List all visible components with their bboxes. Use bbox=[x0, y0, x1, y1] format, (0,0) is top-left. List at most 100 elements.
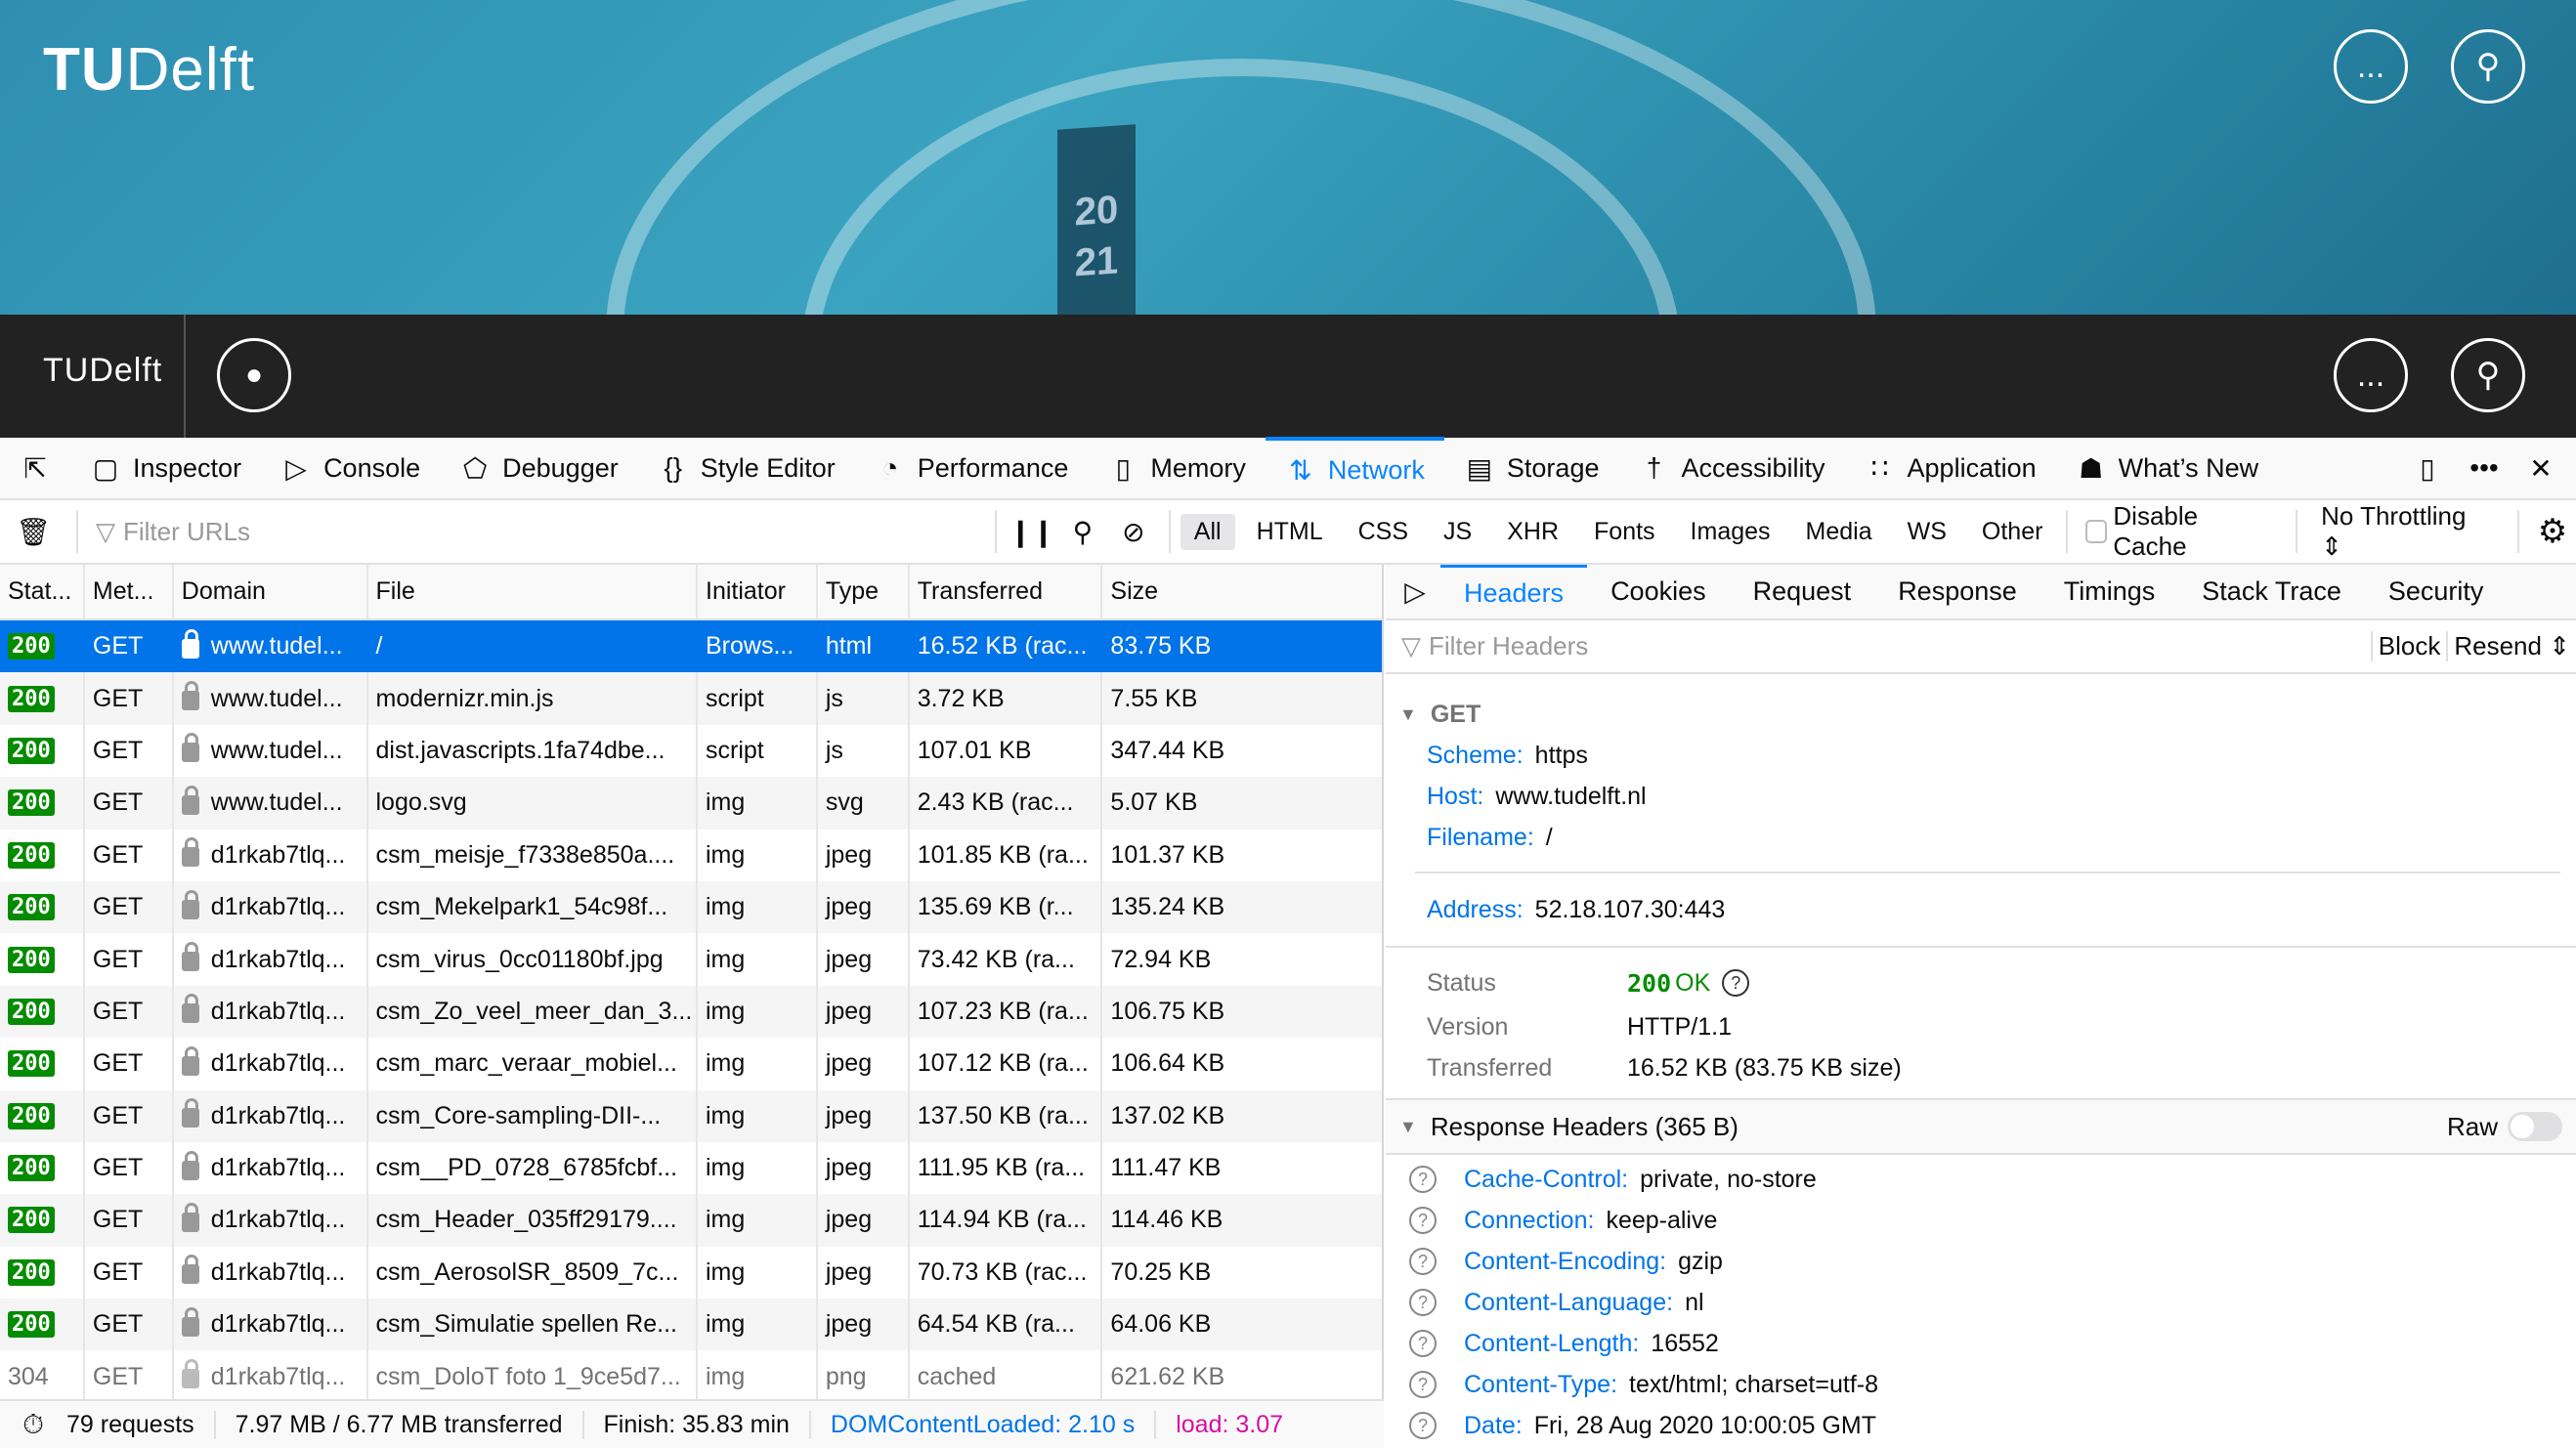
tab-style-editor[interactable]: {} Style Editor bbox=[638, 437, 855, 499]
tab-what-s-new[interactable]: ☗ What’s New bbox=[2056, 437, 2279, 499]
table-row[interactable]: 200 GET www.tudel... modernizr.min.js script… bbox=[0, 672, 1382, 725]
help-icon[interactable]: ? bbox=[1409, 1207, 1437, 1234]
details-tab-response[interactable]: Response bbox=[1874, 565, 2040, 619]
details-tab-cookies[interactable]: Cookies bbox=[1587, 565, 1730, 619]
filter-headers-input[interactable]: ▽ Filter Headers Block Resend ⇕ bbox=[1386, 620, 2576, 674]
filter-type-media[interactable]: Media bbox=[1792, 514, 1886, 550]
tab-inspector[interactable]: ▢ Inspector bbox=[70, 437, 261, 499]
column-header[interactable]: File bbox=[368, 565, 698, 618]
tab-debugger[interactable]: ⬠ Debugger bbox=[440, 437, 638, 499]
tab-network[interactable]: ⇅ Network bbox=[1265, 437, 1444, 499]
table-row[interactable]: 200 GET d1rkab7tlq... csm_Simulatie spellen… bbox=[0, 1299, 1382, 1351]
more-button[interactable]: ... bbox=[2334, 338, 2408, 412]
filter-type-fonts[interactable]: Fonts bbox=[1580, 514, 1669, 550]
key: Scheme: bbox=[1427, 741, 1524, 769]
table-row[interactable]: 200 GET www.tudel... dist.javascripts.1fa74… bbox=[0, 724, 1382, 778]
table-row[interactable]: 200 GET d1rkab7tlq... csm__PD_0728_6785fcbf… bbox=[0, 1141, 1382, 1195]
tudelft-logo[interactable]: TUDelft bbox=[43, 35, 255, 105]
table-row[interactable]: 200 GET www.tudel... / Brows... html 16.52 KB … bbox=[0, 620, 1382, 673]
filter-type-all[interactable]: All bbox=[1180, 513, 1235, 550]
cell-size: 5.07 KB bbox=[1102, 777, 1382, 829]
table-row[interactable]: 200 GET d1rkab7tlq... csm_Zo_veel_meer_dan_… bbox=[0, 985, 1382, 1039]
column-header[interactable]: Transferred bbox=[910, 565, 1103, 618]
request-method-section[interactable]: ▼ GET bbox=[1386, 694, 2576, 735]
block-icon[interactable]: ⊘ bbox=[1118, 516, 1149, 548]
search-icon: ⚲ bbox=[2475, 48, 2501, 85]
tab-application[interactable]: ∷ Application bbox=[1845, 437, 2056, 499]
filter-type-other[interactable]: Other bbox=[1968, 514, 2057, 550]
cell-initiator: img bbox=[698, 933, 818, 986]
table-row[interactable]: 200 GET www.tudel... logo.svg img svg 2.43 KB … bbox=[0, 777, 1382, 830]
tudelft-logo-small[interactable]: TUDelft bbox=[43, 352, 162, 390]
help-icon[interactable]: ? bbox=[1722, 969, 1750, 997]
more-options-button[interactable]: ••• bbox=[2463, 437, 2506, 499]
tab-console[interactable]: ▷ Console bbox=[261, 437, 440, 499]
pause-icon[interactable]: ❙❙ bbox=[1009, 516, 1054, 548]
block-button[interactable]: Block bbox=[2370, 631, 2447, 661]
cell-type: jpeg bbox=[818, 1194, 910, 1247]
tab-accessibility[interactable]: † Accessibility bbox=[1618, 437, 1844, 499]
filter-type-html[interactable]: HTML bbox=[1243, 514, 1337, 550]
checkbox-box[interactable] bbox=[2085, 520, 2108, 543]
details-tab-timings[interactable]: Timings bbox=[2040, 565, 2179, 619]
table-row[interactable]: 200 GET d1rkab7tlq... csm_Mekelpark1_54c98f… bbox=[0, 880, 1382, 934]
details-tab-request[interactable]: Request bbox=[1730, 565, 1875, 619]
table-row[interactable]: 304 GET d1rkab7tlq... csm_DoloT foto 1_9ce5… bbox=[0, 1350, 1382, 1399]
raw-toggle[interactable] bbox=[2508, 1112, 2562, 1141]
clear-trash-icon[interactable]: 🗑 bbox=[16, 516, 51, 548]
table-row[interactable]: 200 GET d1rkab7tlq... csm_AerosolSR_8509_7c… bbox=[0, 1246, 1382, 1299]
disable-cache-checkbox[interactable]: Disable Cache bbox=[2078, 501, 2286, 562]
cell-text: cached bbox=[917, 1362, 997, 1390]
help-icon[interactable]: ? bbox=[1409, 1166, 1437, 1193]
filter-type-js[interactable]: JS bbox=[1430, 514, 1485, 550]
column-header[interactable]: Type bbox=[818, 565, 910, 618]
table-row[interactable]: 200 GET d1rkab7tlq... csm_Core-sampling-DII… bbox=[0, 1089, 1382, 1142]
cell-text: GET bbox=[92, 1362, 144, 1390]
column-header[interactable]: Domain bbox=[174, 565, 368, 618]
search-icon[interactable]: ⚲ bbox=[1067, 516, 1098, 548]
help-icon[interactable]: ? bbox=[1409, 1412, 1437, 1439]
throttling-select[interactable]: No Throttling ⇕ bbox=[2307, 501, 2508, 562]
help-icon[interactable]: ? bbox=[1409, 1248, 1437, 1275]
search-button[interactable]: ⚲ bbox=[2451, 338, 2525, 412]
element-picker-button[interactable]: ⇱ bbox=[0, 437, 70, 499]
toggle-panel-icon[interactable]: ▷ bbox=[1399, 575, 1431, 608]
help-icon[interactable]: ? bbox=[1409, 1330, 1437, 1357]
help-icon[interactable]: ? bbox=[1409, 1371, 1437, 1398]
help-icon[interactable]: ? bbox=[1409, 1289, 1437, 1316]
details-tab-headers[interactable]: Headers bbox=[1440, 565, 1588, 619]
resend-button[interactable]: Resend ⇕ bbox=[2446, 631, 2576, 661]
table-row[interactable]: 200 GET d1rkab7tlq... csm_marc_veraar_mobie… bbox=[0, 1038, 1382, 1090]
more-button[interactable]: ... bbox=[2334, 29, 2408, 104]
table-row[interactable]: 200 GET d1rkab7tlq... csm_virus_0cc01180bf.… bbox=[0, 933, 1382, 986]
filter-icon: ▽ bbox=[1401, 631, 1421, 660]
column-header[interactable]: Met... bbox=[85, 565, 174, 618]
stopwatch-icon[interactable]: ⏱ bbox=[18, 1409, 49, 1441]
response-header-row: ? Content-Language: nl bbox=[1386, 1282, 2576, 1323]
filter-urls-input[interactable]: ▽ Filter URLs bbox=[88, 517, 985, 547]
tab-storage[interactable]: ▤ Storage bbox=[1444, 437, 1619, 499]
close-devtools-button[interactable]: ✕ bbox=[2506, 437, 2576, 499]
details-tab-stack-trace[interactable]: Stack Trace bbox=[2178, 565, 2365, 619]
cell-type: jpeg bbox=[818, 880, 910, 934]
table-row[interactable]: 200 GET d1rkab7tlq... csm_Header_035ff29179… bbox=[0, 1194, 1382, 1247]
cell-type: jpeg bbox=[818, 1089, 910, 1142]
filter-type-css[interactable]: CSS bbox=[1345, 514, 1422, 550]
lock-icon bbox=[181, 1255, 199, 1285]
column-header[interactable]: Stat... bbox=[0, 565, 85, 618]
table-row[interactable]: 200 GET d1rkab7tlq... csm_meisje_f7338e850a… bbox=[0, 829, 1382, 881]
filter-type-xhr[interactable]: XHR bbox=[1493, 514, 1572, 550]
responsive-design-button[interactable]: ▯ bbox=[2392, 437, 2463, 499]
tab-memory[interactable]: ▯ Memory bbox=[1088, 437, 1266, 499]
filter-type-images[interactable]: Images bbox=[1677, 514, 1784, 550]
tab-performance[interactable]: ◔ Performance bbox=[855, 437, 1089, 499]
filter-type-ws[interactable]: WS bbox=[1894, 514, 1960, 550]
response-headers-section[interactable]: ▼ Response Headers (365 B) Raw bbox=[1386, 1100, 2576, 1155]
gear-icon[interactable]: ⚙ bbox=[2537, 512, 2568, 551]
column-header[interactable]: Initiator bbox=[698, 565, 818, 618]
search-button[interactable]: ⚲ bbox=[2451, 29, 2525, 104]
details-tab-security[interactable]: Security bbox=[2365, 565, 2508, 619]
column-header[interactable]: Size bbox=[1102, 565, 1382, 618]
cookie-button[interactable]: ● bbox=[217, 338, 291, 412]
device-icon: ▯ bbox=[2420, 452, 2435, 484]
